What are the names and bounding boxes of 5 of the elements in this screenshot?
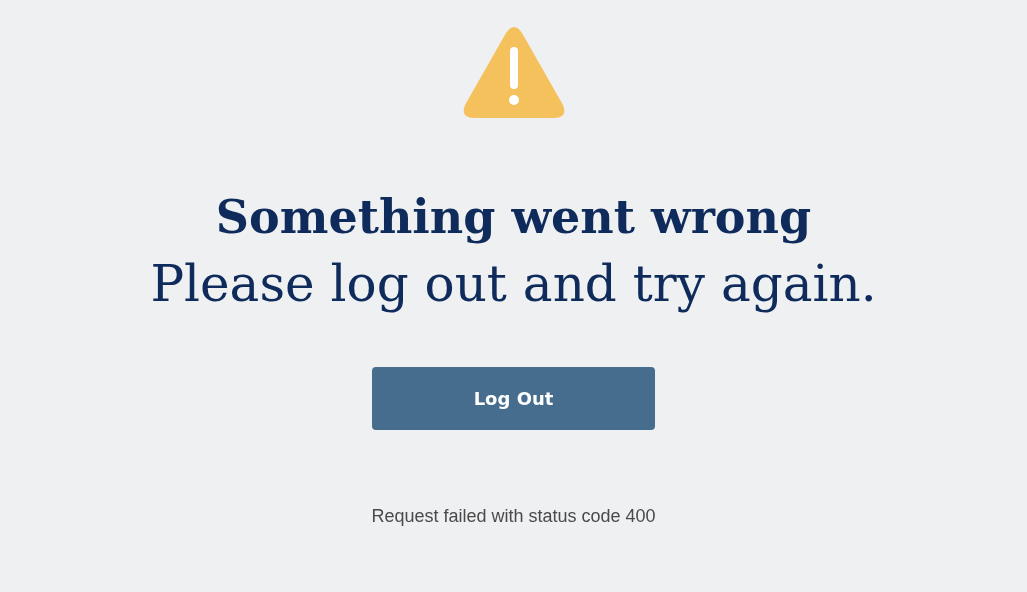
log-out-button[interactable]: Log Out <box>372 367 655 430</box>
status-message: Request failed with status code 400 <box>371 506 656 527</box>
error-title: Something went wrong <box>215 189 812 245</box>
warning-icon <box>461 27 566 119</box>
error-message: Please log out and try again. <box>150 254 877 315</box>
